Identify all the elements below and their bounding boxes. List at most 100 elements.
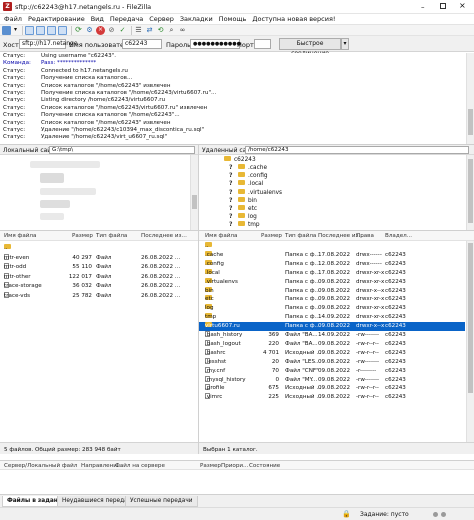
queue-col-status[interactable]: Состояние <box>249 463 280 469</box>
menu-help[interactable]: Помощь <box>219 14 247 24</box>
local-file-row[interactable]: trace-storage 36 032 Файл 26.08.2022 ... <box>0 282 198 291</box>
tree-item[interactable]: ? .local <box>229 180 263 188</box>
remote-list-scrollbar[interactable] <box>466 241 474 442</box>
column-owner[interactable]: Владел... <box>385 233 412 239</box>
quickconnect-dropdown-button[interactable]: ▾ <box>341 38 349 50</box>
local-file-row[interactable]: mtr-odd 55 110 Файл 26.08.2022 ... <box>0 263 198 272</box>
remote-file-row[interactable]: .. <box>199 242 465 251</box>
column-name[interactable]: Имя файла <box>205 233 237 239</box>
toggle-remote-tree-icon[interactable] <box>47 25 56 35</box>
column-modified[interactable]: Последнее из... <box>141 233 187 239</box>
queue-col-size[interactable]: Размер <box>200 463 221 469</box>
remote-file-row[interactable]: .local Папка с ф... 17.08.2022 drwxr-xr-x c6… <box>199 268 465 278</box>
remote-file-row[interactable]: .bashrc 4 701 Исходный ... 09.08.2022 -rw-r-… <box>199 348 465 358</box>
log-scrollbar[interactable] <box>466 53 474 144</box>
message-log[interactable]: Статус: Using username "c62243". Команда: P… <box>0 53 474 145</box>
log-scrollbar-thumb[interactable] <box>468 109 473 135</box>
site-manager-icon[interactable] <box>2 25 11 35</box>
minimize-icon[interactable]: – <box>421 3 425 11</box>
remote-file-row[interactable]: .bash_logout 220 Файл "BA... 09.08.2022 -rw-… <box>199 339 465 349</box>
remote-path-field[interactable]: /home/c62243 <box>245 146 469 154</box>
toggle-queue-icon[interactable] <box>58 25 67 35</box>
maximize-icon[interactable] <box>440 3 446 9</box>
refresh-icon[interactable]: ⟳ <box>74 26 83 35</box>
menu-edit[interactable]: Редактирование <box>28 14 85 24</box>
sync-browse-icon[interactable]: ⟲ <box>156 26 165 35</box>
menu-view[interactable]: Вид <box>91 14 104 24</box>
local-file-row[interactable]: mtr-even 40 297 Файл 26.08.2022 ... <box>0 253 198 263</box>
column-type[interactable]: Тип файла <box>96 233 127 239</box>
queue-col-priority[interactable]: Приори... <box>221 463 248 469</box>
password-field[interactable]: ●●●●●●●●●●● <box>190 39 241 49</box>
file-name: trace-vds <box>4 292 31 299</box>
filter-icon[interactable]: ☰ <box>134 26 143 35</box>
username-field[interactable]: c62243 <box>122 39 162 49</box>
tree-item[interactable]: ? tmp <box>229 221 260 229</box>
menu-file[interactable]: Файл <box>4 14 22 24</box>
host-field[interactable]: sftp://h17.netange <box>19 39 78 49</box>
queue-col-remote[interactable]: Файл на сервере <box>115 463 165 469</box>
toggle-log-icon[interactable] <box>25 25 34 35</box>
queue-list[interactable] <box>0 470 474 494</box>
port-field[interactable] <box>254 39 271 49</box>
remote-file-row[interactable]: .cache Папка с ф... 17.08.2022 drwx------ c6… <box>199 250 465 260</box>
remote-file-row[interactable]: .my.cnf 70 Файл "CNF" 09.08.2022 -r-------- c… <box>199 366 465 376</box>
local-file-row[interactable]: mtr-other 122 017 Файл 26.08.2022 ... <box>0 272 198 282</box>
quickconnect-button[interactable]: Быстрое соединение <box>279 38 341 57</box>
tree-item-root[interactable]: c62243 <box>224 156 256 164</box>
remote-file-row[interactable]: .virtualenvs Папка с ф... 09.08.2022 drwxr-… <box>199 277 465 287</box>
remote-list-scrollbar-thumb[interactable] <box>468 243 473 393</box>
remote-tree-scrollbar-thumb[interactable] <box>468 159 473 223</box>
remote-file-list[interactable]: .. .cache Папка с ф... 17.08.2022 drwx------… <box>199 241 474 442</box>
local-path-field[interactable]: G:\tmp\ <box>49 146 195 154</box>
menu-transfer[interactable]: Передача <box>110 14 143 24</box>
column-name[interactable]: Имя файла <box>4 233 36 239</box>
search-icon[interactable]: ⌕ <box>167 26 176 35</box>
tree-item[interactable]: ? .cache <box>229 164 267 172</box>
process-queue-icon[interactable]: ⚙ <box>85 26 94 35</box>
compare-icon[interactable]: ⇄ <box>145 26 154 35</box>
remote-file-row[interactable]: .profile 675 Исходный ... 09.08.2022 -rw-r--… <box>199 384 465 393</box>
remote-file-row[interactable]: .bash_history 369 Файл "BA... 14.09.2022 -rw… <box>199 331 465 340</box>
local-tree-scrollbar[interactable] <box>190 155 198 230</box>
remote-tree[interactable]: c62243 ? .cache? .config? .local? .virtualen… <box>199 155 474 231</box>
menu-new-version[interactable]: Доступна новая версия! <box>252 14 335 24</box>
remote-file-row[interactable]: .lesshst 20 Файл "LES... 09.08.2022 -rw-----… <box>199 357 465 367</box>
remote-file-row[interactable]: etc Папка с ф... 09.08.2022 drwxr-xr-x c6224… <box>199 295 465 304</box>
toggle-local-tree-icon[interactable] <box>36 25 45 35</box>
disconnect-icon[interactable]: ⊘ <box>107 26 116 35</box>
remote-file-row[interactable]: .config Папка с ф... 12.08.2022 drwx------ c… <box>199 259 465 269</box>
local-tree[interactable] <box>0 155 198 231</box>
menu-bookmarks[interactable]: Закладки <box>180 14 213 24</box>
remote-file-row[interactable]: tmp Папка с ф... 14.09.2022 drwxr-xr-x c6224… <box>199 313 465 322</box>
queue-col-file[interactable]: Сервер/Локальный файл <box>4 463 77 469</box>
local-file-row[interactable]: .. <box>0 244 198 253</box>
reconnect-icon[interactable]: ✓ <box>118 26 127 35</box>
pane-divider[interactable] <box>198 145 199 454</box>
column-permissions[interactable]: Права <box>356 233 374 239</box>
tab-successful-transfers[interactable]: Успешные передачи <box>125 496 198 507</box>
binoculars-icon[interactable]: ∞ <box>178 26 187 35</box>
column-size[interactable]: Размер <box>72 233 93 239</box>
filezilla-icon: Z <box>3 2 12 11</box>
remote-file-row[interactable]: bin Папка с ф... 09.08.2022 drwxr-x--x c6224… <box>199 286 465 296</box>
cancel-icon[interactable]: × <box>96 25 105 35</box>
remote-file-row[interactable]: .mysql_history 0 Файл "MY... 09.08.2022 -rw-… <box>199 375 465 385</box>
tree-item[interactable]: ? .virtualenvs <box>229 188 282 197</box>
tree-item[interactable]: ? bin <box>229 196 257 205</box>
local-tree-scrollbar-thumb[interactable] <box>192 195 197 209</box>
remote-file-row[interactable]: .vimrc 225 Исходный ... 09.08.2022 -rw-r--r-… <box>199 393 465 402</box>
local-file-row[interactable]: trace-vds 25 782 Файл 26.08.2022 ... <box>0 291 198 301</box>
tree-item[interactable]: ? .config <box>229 172 268 180</box>
remote-tree-scrollbar[interactable] <box>466 155 474 230</box>
remote-file-row-selected[interactable]: virtu6607.ru Папка с ф... 09.08.2022 drwxr-… <box>199 322 465 331</box>
local-file-list[interactable]: .. mtr-even 40 297 Файл 26.08.2022 ... mtr-od… <box>0 241 198 442</box>
close-icon[interactable]: × <box>459 1 466 10</box>
menu-server[interactable]: Сервер <box>149 14 174 24</box>
remote-file-row[interactable]: log Папка с ф... 09.08.2022 drwxr-xr-x c6224… <box>199 304 465 313</box>
dropdown-icon[interactable]: ▾ <box>13 26 18 35</box>
tree-item[interactable]: ? etc <box>229 205 257 213</box>
tree-item[interactable]: ? log <box>229 213 257 221</box>
column-size[interactable]: Размер <box>261 233 282 239</box>
column-type[interactable]: Тип файла <box>285 233 316 239</box>
